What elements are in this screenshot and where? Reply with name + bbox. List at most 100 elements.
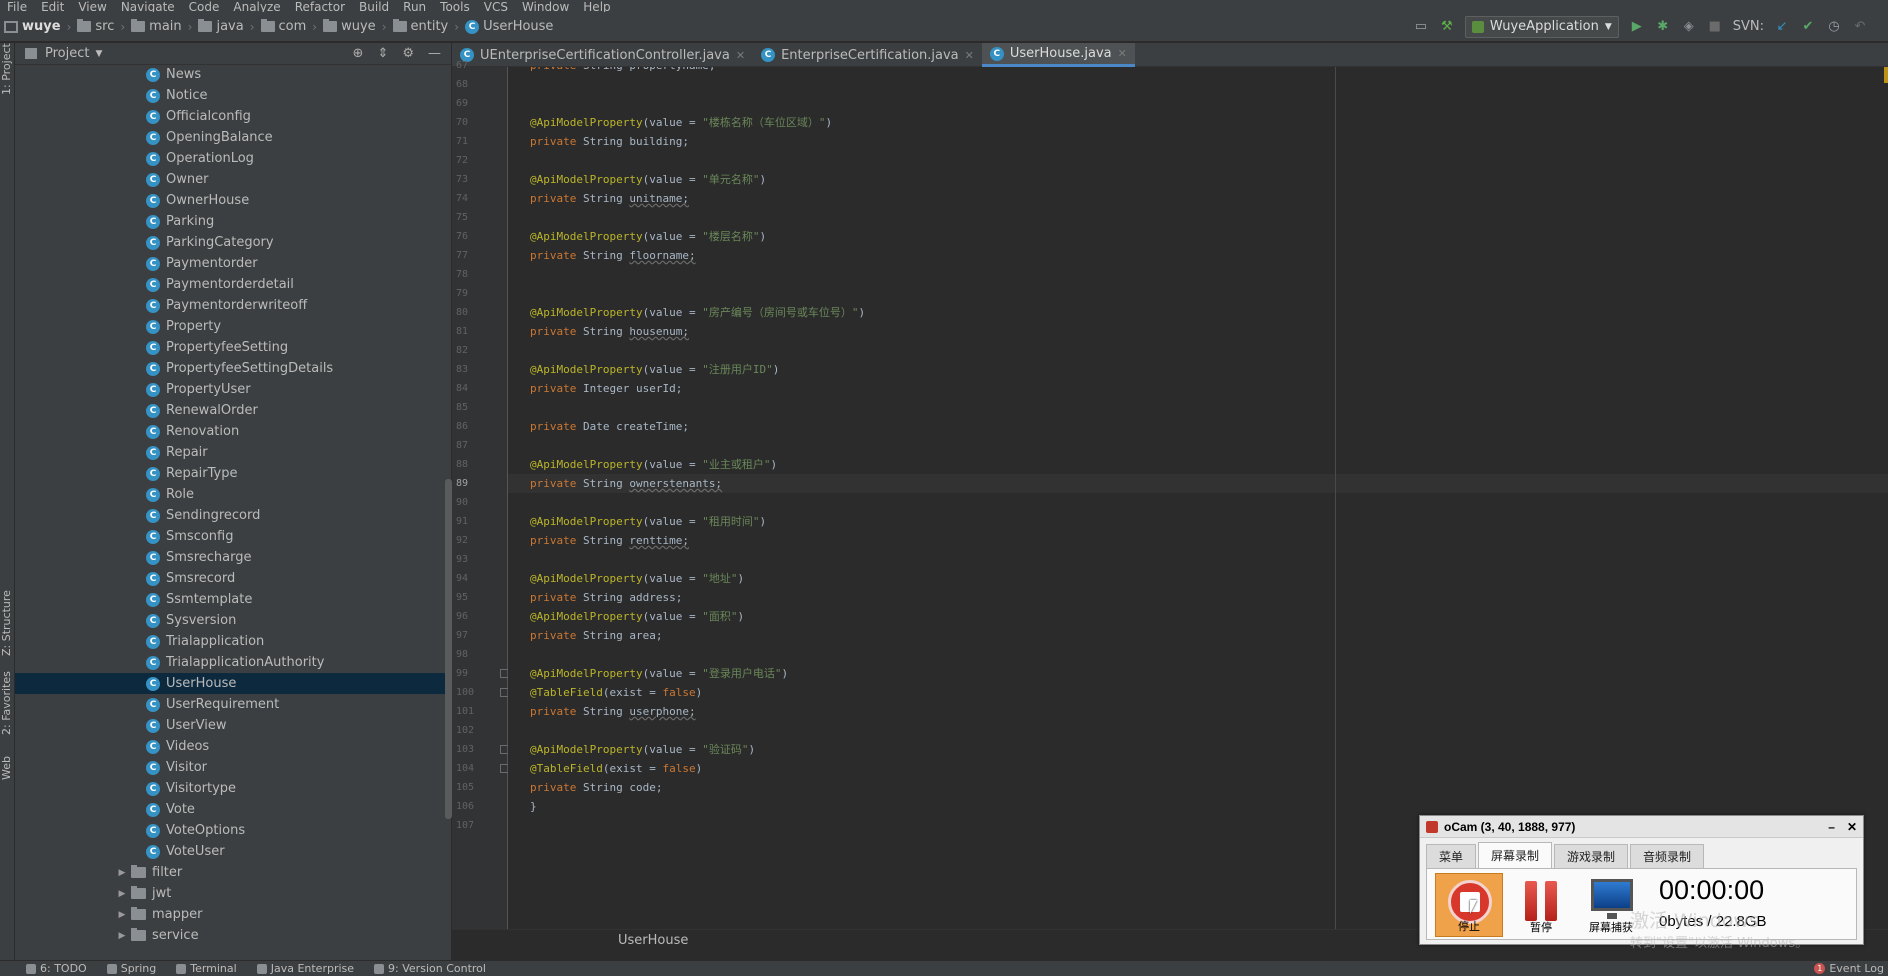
status-tool-0[interactable]: 6: TODO — [16, 962, 97, 975]
tree-item-videos[interactable]: C Videos — [15, 736, 452, 757]
code-line[interactable] — [508, 284, 1888, 303]
tree-item-paymentorderdetail[interactable]: C Paymentorderdetail — [15, 274, 452, 295]
code-line[interactable]: @ApiModelProperty(value = "地址") — [508, 569, 1888, 588]
tab-project[interactable]: 1: Project — [0, 43, 15, 95]
code-editor[interactable]: private String propertyname; @ApiModelPro… — [508, 67, 1888, 938]
code-line[interactable]: private String address; — [508, 588, 1888, 607]
code-line[interactable] — [508, 151, 1888, 170]
code-line[interactable]: @ApiModelProperty(value = "楼层名称") — [508, 227, 1888, 246]
tree-item-smsrecord[interactable]: C Smsrecord — [15, 568, 452, 589]
tree-item-paymentorderwriteoff[interactable]: C Paymentorderwriteoff — [15, 295, 452, 316]
ocam-tab-3[interactable]: 音频录制 — [1630, 844, 1705, 868]
tree-item-vote[interactable]: C Vote — [15, 799, 452, 820]
code-line[interactable]: @ApiModelProperty(value = "房产编号（房间号或车位号）… — [508, 303, 1888, 322]
build-hammer-icon[interactable]: ⚒ — [1439, 19, 1455, 35]
code-line[interactable]: private Date createTime; — [508, 417, 1888, 436]
tree-folder-filter[interactable]: ▶ filter — [15, 862, 452, 883]
menu-item-vcs[interactable]: VCS — [477, 1, 515, 12]
coverage-icon[interactable]: ◈ — [1681, 19, 1697, 35]
tree-item-notice[interactable]: C Notice — [15, 85, 452, 106]
code-line[interactable] — [508, 645, 1888, 664]
tree-item-renovation[interactable]: C Renovation — [15, 421, 452, 442]
gear-icon[interactable]: ⚙ — [402, 46, 414, 61]
breadcrumb-file[interactable]: › C UserHouse — [448, 19, 553, 34]
code-line[interactable]: private String area; — [508, 626, 1888, 645]
code-line[interactable]: @TableField(exist = false) — [508, 759, 1888, 778]
menu-item-help[interactable]: Help — [576, 1, 617, 12]
code-line[interactable] — [508, 721, 1888, 740]
code-line[interactable]: @ApiModelProperty(value = "验证码") — [508, 740, 1888, 759]
breadcrumb-com[interactable]: › com — [244, 19, 306, 34]
tab-structure[interactable]: Z: Structure — [0, 588, 15, 658]
menu-item-navigate[interactable]: Navigate — [114, 1, 182, 12]
project-tree-scrollbar[interactable] — [445, 479, 452, 819]
run-configuration-select[interactable]: WuyeApplication ▼ — [1464, 15, 1619, 38]
run-icon[interactable]: ▶ — [1629, 19, 1645, 35]
menu-item-run[interactable]: Run — [396, 1, 433, 12]
tree-item-propertyfeesetting[interactable]: C PropertyfeeSetting — [15, 337, 452, 358]
code-line[interactable] — [508, 265, 1888, 284]
code-line[interactable]: @ApiModelProperty(value = "租用时间") — [508, 512, 1888, 531]
tree-item-voteoptions[interactable]: C VoteOptions — [15, 820, 452, 841]
code-line[interactable] — [508, 436, 1888, 455]
tree-item-trialapplication[interactable]: C Trialapplication — [15, 631, 452, 652]
code-line[interactable]: private String ownerstenants; — [508, 474, 1888, 493]
code-line[interactable]: private String userphone; — [508, 702, 1888, 721]
menu-item-file[interactable]: File — [0, 1, 34, 12]
tree-item-renewalorder[interactable]: C RenewalOrder — [15, 400, 452, 421]
status-tool-4[interactable]: 9: Version Control — [364, 962, 496, 975]
tree-item-officialconfig[interactable]: C Officialconfig — [15, 106, 452, 127]
code-line[interactable] — [508, 75, 1888, 94]
menu-item-edit[interactable]: Edit — [34, 1, 71, 12]
code-line[interactable]: @ApiModelProperty(value = "业主或租户") — [508, 455, 1888, 474]
menu-item-tools[interactable]: Tools — [433, 1, 477, 12]
tree-item-role[interactable]: C Role — [15, 484, 452, 505]
tree-item-propertyfeesettingdetails[interactable]: C PropertyfeeSettingDetails — [15, 358, 452, 379]
close-icon[interactable]: ✕ — [1847, 820, 1857, 834]
code-line[interactable]: } — [508, 797, 1888, 816]
code-line[interactable] — [508, 94, 1888, 113]
tree-item-userview[interactable]: C UserView — [15, 715, 452, 736]
svn-update-icon[interactable]: ↙ — [1774, 19, 1790, 35]
tree-item-ssmtemplate[interactable]: C Ssmtemplate — [15, 589, 452, 610]
tree-item-smsconfig[interactable]: C Smsconfig — [15, 526, 452, 547]
code-line[interactable]: private String floorname; — [508, 246, 1888, 265]
breadcrumb-project[interactable]: wuye — [4, 19, 61, 34]
error-stripe-marker[interactable] — [1884, 67, 1888, 83]
chevron-right-icon[interactable]: ▶ — [113, 910, 131, 920]
status-tool-3[interactable]: Java Enterprise — [247, 962, 364, 975]
tree-item-smsrecharge[interactable]: C Smsrecharge — [15, 547, 452, 568]
chevron-right-icon[interactable]: ▶ — [113, 889, 131, 899]
code-line[interactable]: @ApiModelProperty(value = "注册用户ID") — [508, 360, 1888, 379]
tree-item-repairtype[interactable]: C RepairType — [15, 463, 452, 484]
close-icon[interactable]: ✕ — [736, 49, 745, 62]
minimize-icon[interactable]: – — [1828, 820, 1835, 834]
tree-item-visitortype[interactable]: C Visitortype — [15, 778, 452, 799]
close-icon[interactable]: ✕ — [1118, 47, 1127, 60]
stop-icon[interactable]: ■ — [1707, 19, 1723, 35]
tab-web[interactable]: Web — [0, 748, 15, 788]
tree-item-visitor[interactable]: C Visitor — [15, 757, 452, 778]
tree-item-userrequirement[interactable]: C UserRequirement — [15, 694, 452, 715]
code-line[interactable]: private String propertyname; — [508, 67, 1888, 75]
close-icon[interactable]: ✕ — [965, 49, 974, 62]
code-line[interactable]: @ApiModelProperty(value = "面积") — [508, 607, 1888, 626]
tree-item-property[interactable]: C Property — [15, 316, 452, 337]
project-panel-title[interactable]: Project — [45, 46, 89, 61]
code-line[interactable] — [508, 493, 1888, 512]
breadcrumb-java[interactable]: › java — [182, 19, 244, 34]
menu-item-build[interactable]: Build — [352, 1, 396, 12]
tree-item-owner[interactable]: C Owner — [15, 169, 452, 190]
svn-commit-icon[interactable]: ✔ — [1800, 19, 1816, 35]
tree-item-trialapplicationauthority[interactable]: C TrialapplicationAuthority — [15, 652, 452, 673]
tree-item-paymentorder[interactable]: C Paymentorder — [15, 253, 452, 274]
code-line[interactable]: private String housenum; — [508, 322, 1888, 341]
debug-icon[interactable]: ✱ — [1655, 19, 1671, 35]
code-line[interactable] — [508, 341, 1888, 360]
chevron-right-icon[interactable]: ▶ — [113, 931, 131, 941]
ocam-tab-1[interactable]: 屏幕录制 — [1478, 842, 1553, 868]
tree-item-sendingrecord[interactable]: C Sendingrecord — [15, 505, 452, 526]
tree-item-repair[interactable]: C Repair — [15, 442, 452, 463]
tree-item-voteuser[interactable]: C VoteUser — [15, 841, 452, 862]
breadcrumb-src[interactable]: › src — [61, 19, 114, 34]
